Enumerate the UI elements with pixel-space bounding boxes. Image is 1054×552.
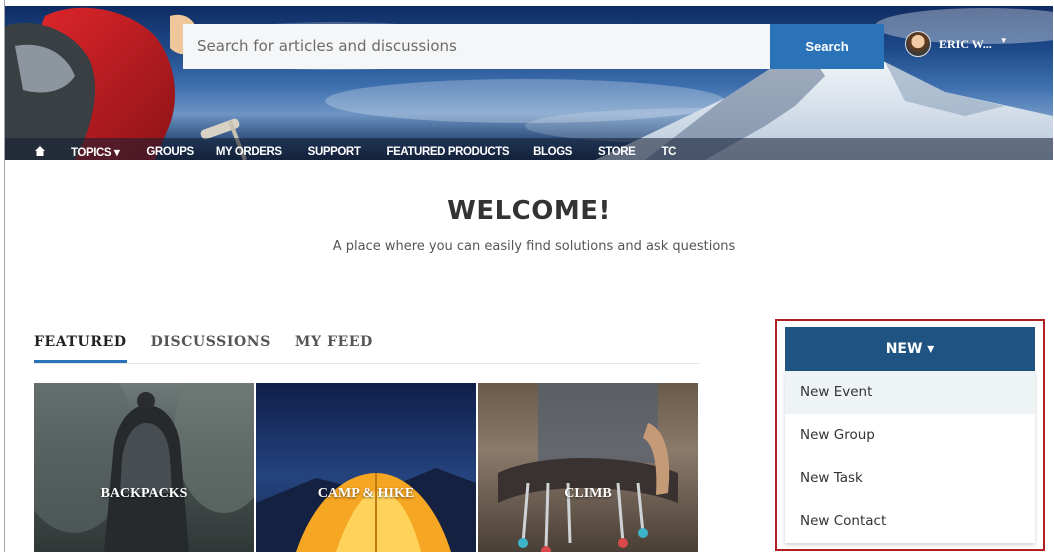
tile-camp-hike[interactable]: CAMP & HIKE bbox=[256, 383, 476, 552]
nav-my-orders[interactable]: MY ORDERS bbox=[216, 146, 282, 158]
user-menu[interactable]: ERIC W... ▼ bbox=[905, 30, 1008, 58]
tile-label: BACKPACKS bbox=[100, 486, 188, 501]
nav-topics[interactable]: TOPICS ▾ bbox=[71, 145, 120, 159]
tagline: A place where you can easily find soluti… bbox=[332, 239, 736, 254]
nav-groups[interactable]: GROUPS bbox=[146, 146, 194, 158]
tabs-divider bbox=[34, 363, 700, 364]
menu-item-new-task[interactable]: New Task bbox=[785, 457, 1035, 500]
page-title: WELCOME! bbox=[447, 196, 611, 226]
tile-climb[interactable]: CLIMB bbox=[478, 383, 698, 552]
tile-label: CLIMB bbox=[564, 486, 612, 501]
nav-featured-products[interactable]: FEATURED PRODUCTS bbox=[386, 146, 509, 158]
nav-blogs[interactable]: BLOGS bbox=[533, 146, 572, 158]
tab-my-feed[interactable]: MY FEED bbox=[295, 334, 373, 363]
content-tabs: FEATURED DISCUSSIONS MY FEED bbox=[34, 334, 397, 363]
nav-support[interactable]: SUPPORT bbox=[308, 146, 361, 158]
caret-down-icon: ▼ bbox=[999, 35, 1008, 45]
nav-bar: TOPICS ▾ GROUPS MY ORDERS SUPPORT FEATUR… bbox=[5, 138, 1053, 160]
new-button[interactable]: NEW ▾ bbox=[785, 327, 1035, 371]
avatar bbox=[905, 31, 931, 57]
menu-item-new-event[interactable]: New Event bbox=[785, 371, 1035, 414]
search-button[interactable]: Search bbox=[770, 24, 884, 69]
backpack-image bbox=[34, 383, 254, 552]
home-icon[interactable] bbox=[35, 146, 45, 156]
tent-image bbox=[256, 468, 476, 552]
hero-banner: Search for articles and discussions Sear… bbox=[5, 6, 1053, 160]
page: Search for articles and discussions Sear… bbox=[4, 0, 1053, 552]
nav-store[interactable]: STORE bbox=[598, 146, 636, 158]
tab-discussions[interactable]: DISCUSSIONS bbox=[151, 334, 271, 363]
menu-item-new-contact[interactable]: New Contact bbox=[785, 500, 1035, 543]
climbing-gear-image bbox=[498, 383, 678, 552]
tab-featured[interactable]: FEATURED bbox=[34, 334, 127, 363]
user-name: ERIC W... bbox=[939, 36, 992, 51]
nav-tc[interactable]: TC bbox=[661, 146, 676, 158]
new-menu: New Event New Group New Task New Contact bbox=[785, 371, 1035, 543]
menu-item-new-group[interactable]: New Group bbox=[785, 414, 1035, 457]
search-input[interactable]: Search for articles and discussions bbox=[183, 24, 770, 69]
tile-backpacks[interactable]: BACKPACKS bbox=[34, 383, 254, 552]
tile-label: CAMP & HIKE bbox=[317, 486, 415, 501]
